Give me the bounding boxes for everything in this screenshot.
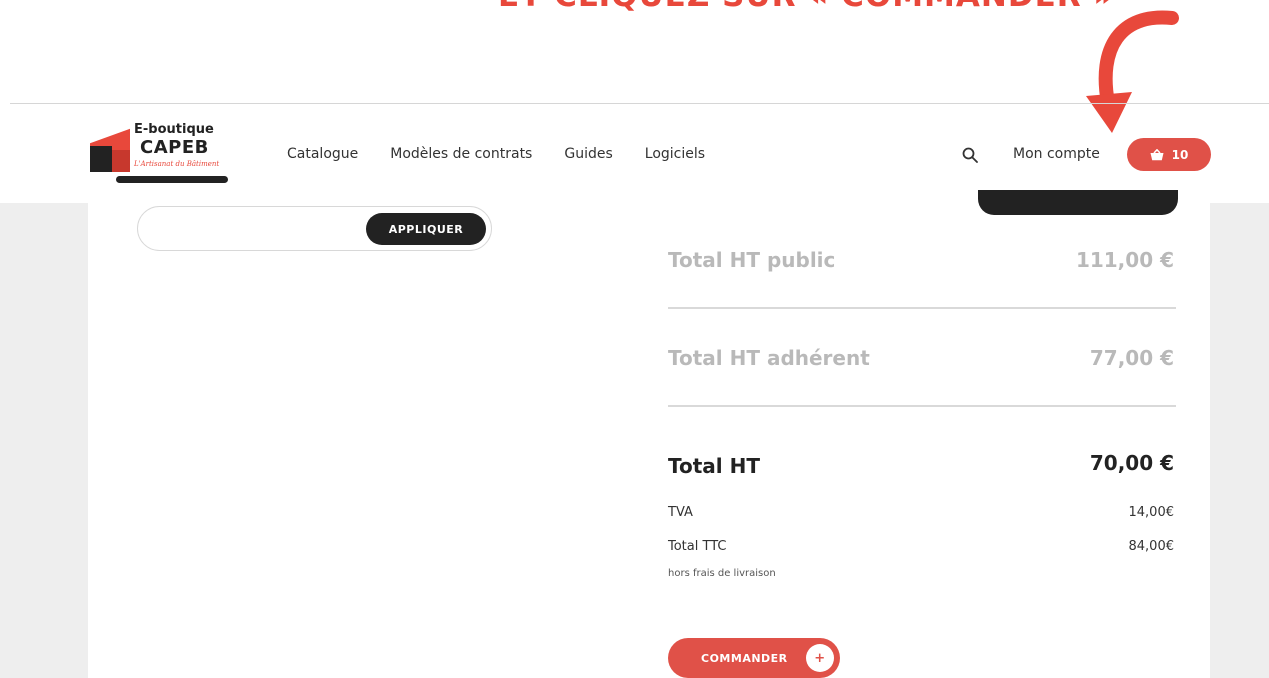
shipping-note: hors frais de livraison <box>668 568 776 579</box>
nav-catalogue[interactable]: Catalogue <box>287 146 358 162</box>
curved-arrow-icon <box>1086 10 1179 133</box>
apply-coupon-button[interactable]: APPLIQUER <box>366 213 486 245</box>
page-divider <box>10 103 1269 104</box>
coupon-input[interactable] <box>156 218 356 240</box>
logo-mark-red <box>112 150 130 172</box>
basket-icon <box>1150 148 1164 160</box>
logo-mark-dark <box>90 146 112 172</box>
search-icon[interactable] <box>962 147 978 163</box>
commander-button[interactable]: COMMANDER + <box>668 638 840 678</box>
account-link[interactable]: Mon compte <box>1013 146 1100 162</box>
total-ht-adherent-value: 77,00 € <box>1089 346 1174 370</box>
page-margin-right <box>1210 203 1269 678</box>
nav-modeles-contrats[interactable]: Modèles de contrats <box>390 146 532 162</box>
logo-text-eboutique: E-boutique <box>134 122 214 137</box>
logo-tagline: L'Artisanat du Bâtiment <box>134 160 220 168</box>
commander-label: COMMANDER <box>701 651 788 665</box>
logo-underline <box>116 176 228 183</box>
tva-label: TVA <box>668 505 693 520</box>
plus-icon: + <box>806 644 834 672</box>
nav-guides[interactable]: Guides <box>564 146 612 162</box>
nav-logiciels[interactable]: Logiciels <box>645 146 705 162</box>
total-ht-public-label: Total HT public <box>668 248 836 272</box>
cart-button[interactable]: 10 <box>1127 138 1211 171</box>
page-margin-left <box>0 203 88 678</box>
cart-count: 10 <box>1171 147 1189 162</box>
summary-divider <box>668 307 1176 309</box>
summary-divider <box>668 405 1176 407</box>
total-ht-adherent-label: Total HT adhérent <box>668 346 870 370</box>
total-ht-value: 70,00 € <box>1089 451 1174 475</box>
total-ht-public-value: 111,00 € <box>1075 248 1174 272</box>
main-nav: Catalogue Modèles de contrats Guides Log… <box>287 146 737 162</box>
coupon-field: APPLIQUER <box>137 206 492 251</box>
tva-value: 14,00€ <box>1128 505 1175 520</box>
previous-button-edge[interactable] <box>978 190 1178 215</box>
total-ttc-label: Total TTC <box>668 539 727 554</box>
instruction-banner: ET CLIQUEZ SUR « COMMANDER » <box>498 0 1114 14</box>
total-ht-label: Total HT <box>668 454 760 478</box>
site-logo[interactable]: E-boutique CAPEB L'Artisanat du Bâtiment <box>86 120 236 190</box>
logo-text-capeb: CAPEB <box>140 137 209 158</box>
total-ttc-value: 84,00€ <box>1128 539 1175 554</box>
